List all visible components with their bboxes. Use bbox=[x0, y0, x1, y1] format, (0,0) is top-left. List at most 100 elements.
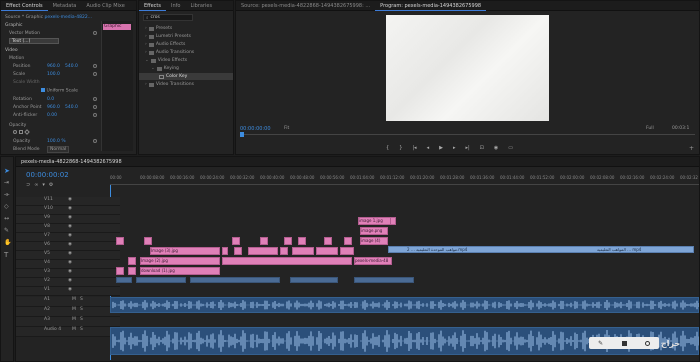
effects-item-color-key[interactable]: Color Key bbox=[139, 73, 233, 80]
tab-source-monitor[interactable]: Source: pexels-media-4822868-14943826759… bbox=[236, 1, 375, 11]
tab-metadata[interactable]: Metadata bbox=[48, 1, 82, 11]
track-select-tool-icon[interactable]: ⇥ bbox=[4, 179, 9, 186]
timeline-clip[interactable] bbox=[290, 277, 338, 283]
text-layer-selected[interactable]: Text (...) bbox=[9, 38, 59, 44]
timeline-clip[interactable] bbox=[298, 237, 306, 245]
video-track-header[interactable]: V8 ◉ bbox=[16, 224, 120, 233]
reset-icon[interactable] bbox=[93, 64, 97, 68]
timeline-clip[interactable]: image.png bbox=[360, 227, 388, 235]
timeline-clip[interactable] bbox=[128, 267, 136, 275]
position-x-value[interactable]: 960.0 bbox=[47, 64, 60, 69]
eye-icon[interactable]: ◉ bbox=[68, 278, 72, 283]
step-forward-icon[interactable]: ▸ bbox=[453, 145, 456, 151]
reset-icon[interactable] bbox=[93, 31, 97, 35]
timeline-clip[interactable] bbox=[354, 277, 414, 283]
pen-tool-icon[interactable]: ✎ bbox=[4, 227, 9, 234]
timeline-timecode[interactable]: 00:00:00:02 bbox=[26, 171, 69, 179]
settings-icon[interactable]: ⚙ bbox=[49, 182, 53, 188]
opacity-section-label[interactable]: Opacity bbox=[9, 123, 26, 128]
export-frame-icon[interactable]: ◉ bbox=[494, 145, 498, 151]
timeline-clip[interactable]: image 1.jpg bbox=[358, 217, 393, 225]
timeline-clip[interactable]: pexels-media-48 bbox=[354, 257, 392, 265]
eye-icon[interactable]: ◉ bbox=[68, 260, 72, 265]
effects-item-audio-transitions[interactable]: › Audio Transitions bbox=[139, 49, 233, 56]
stop-icon[interactable] bbox=[621, 340, 627, 346]
video-track-header[interactable]: V5 ◉ bbox=[16, 251, 120, 260]
tab-effects[interactable]: Effects bbox=[139, 1, 166, 11]
eye-icon[interactable]: ◉ bbox=[68, 215, 72, 220]
vector-motion-label[interactable]: Vector Motion bbox=[9, 31, 40, 36]
effects-item-lumetri[interactable]: › Lumetri Presets bbox=[139, 33, 233, 40]
video-track-header[interactable]: V11 ◉ bbox=[16, 197, 120, 206]
opacity-value[interactable]: 100.0 % bbox=[47, 139, 66, 144]
pencil-icon[interactable]: ✎ bbox=[598, 340, 603, 347]
reset-icon[interactable] bbox=[93, 72, 97, 76]
scale-value[interactable]: 100.0 bbox=[47, 72, 60, 77]
reset-icon[interactable] bbox=[93, 97, 97, 101]
compare-icon[interactable]: ▭ bbox=[508, 145, 513, 151]
eye-icon[interactable]: ◉ bbox=[68, 206, 72, 211]
video-track-header[interactable]: V1 ◉ bbox=[16, 287, 120, 296]
ellipse-mask-icon[interactable] bbox=[13, 130, 17, 134]
blend-mode-select[interactable]: Normal bbox=[47, 146, 70, 153]
uniform-scale-checkbox-icon[interactable] bbox=[41, 88, 45, 92]
ripple-edit-tool-icon[interactable]: ⟛ bbox=[4, 191, 9, 199]
snap-icon[interactable]: ⊃ bbox=[26, 182, 30, 188]
anchor-y-value[interactable]: 540.0 bbox=[65, 105, 78, 110]
effects-item-audio-effects[interactable]: › Audio Effects bbox=[139, 41, 233, 48]
audio-track-header[interactable]: Audio 4MS bbox=[16, 327, 120, 337]
timeline-clip[interactable] bbox=[116, 267, 124, 275]
playhead-icon[interactable] bbox=[240, 132, 244, 137]
program-video-frame[interactable] bbox=[386, 15, 549, 121]
add-marker-icon[interactable]: ▾ bbox=[42, 182, 45, 188]
program-timecode[interactable]: 00:00:00:00 bbox=[240, 126, 271, 132]
mark-in-icon[interactable]: { bbox=[386, 145, 389, 151]
timeline-clip[interactable] bbox=[280, 247, 288, 255]
type-tool-icon[interactable]: T bbox=[4, 251, 8, 259]
effects-item-video-transitions[interactable]: › Video Transitions bbox=[139, 81, 233, 88]
mute-button[interactable]: M bbox=[72, 307, 76, 312]
motion-label[interactable]: Motion bbox=[9, 56, 24, 61]
solo-button[interactable]: S bbox=[80, 297, 83, 302]
tab-audio-clip-mixer[interactable]: Audio Clip Mixe bbox=[81, 1, 129, 11]
mini-graphic-clip[interactable]: Graphic bbox=[103, 24, 131, 30]
eye-icon[interactable]: ◉ bbox=[68, 242, 72, 247]
mute-button[interactable]: M bbox=[72, 327, 76, 332]
timeline-clip[interactable] bbox=[222, 247, 228, 255]
tab-info[interactable]: Info bbox=[166, 1, 185, 11]
timeline-clip[interactable] bbox=[144, 237, 152, 245]
solo-button[interactable]: S bbox=[80, 327, 83, 332]
solo-button[interactable]: S bbox=[80, 307, 83, 312]
reset-icon[interactable] bbox=[93, 139, 97, 143]
video-track-header[interactable]: V9 ◉ bbox=[16, 215, 120, 224]
effects-search-input[interactable]: ⌕ cros bbox=[143, 14, 193, 21]
reset-icon[interactable] bbox=[93, 113, 97, 117]
selection-tool-icon[interactable]: ➤ bbox=[4, 167, 10, 175]
audio-clip-a1[interactable] bbox=[110, 297, 699, 313]
add-button-icon[interactable]: + bbox=[689, 145, 694, 152]
mute-button[interactable]: M bbox=[72, 317, 76, 322]
quality-select[interactable]: Full bbox=[646, 126, 654, 131]
timeline-clip[interactable] bbox=[128, 257, 136, 265]
timeline-clip[interactable] bbox=[324, 237, 332, 245]
eye-icon[interactable]: ◉ bbox=[68, 251, 72, 256]
eye-icon[interactable]: ◉ bbox=[68, 269, 72, 274]
audio-track-header[interactable]: A1 M S bbox=[16, 297, 120, 307]
effects-item-keying[interactable]: ⌄ Keying bbox=[139, 65, 233, 72]
video-track-header[interactable]: V6 ◉ bbox=[16, 242, 120, 251]
timeline-clip[interactable] bbox=[222, 257, 352, 265]
timeline-clip[interactable] bbox=[390, 217, 396, 225]
timeline-clip[interactable] bbox=[232, 237, 240, 245]
timeline-clip[interactable] bbox=[344, 237, 352, 245]
pen-mask-icon[interactable] bbox=[24, 129, 30, 135]
go-to-out-icon[interactable]: ▸| bbox=[465, 145, 469, 151]
video-track-header[interactable]: V2 ◉ bbox=[16, 278, 120, 287]
go-to-in-icon[interactable]: |◂ bbox=[412, 145, 416, 151]
timeline-clip[interactable] bbox=[260, 237, 268, 245]
zoom-fit-select[interactable]: Fit bbox=[284, 126, 289, 131]
timeline-clip[interactable]: download (1).jpg bbox=[140, 267, 220, 275]
audio-track-header[interactable]: A2 M S bbox=[16, 307, 120, 317]
play-icon[interactable]: ▶ bbox=[439, 145, 443, 151]
timeline-clip[interactable] bbox=[248, 247, 278, 255]
sequence-ref[interactable]: pexels-media-4822... bbox=[45, 15, 92, 20]
